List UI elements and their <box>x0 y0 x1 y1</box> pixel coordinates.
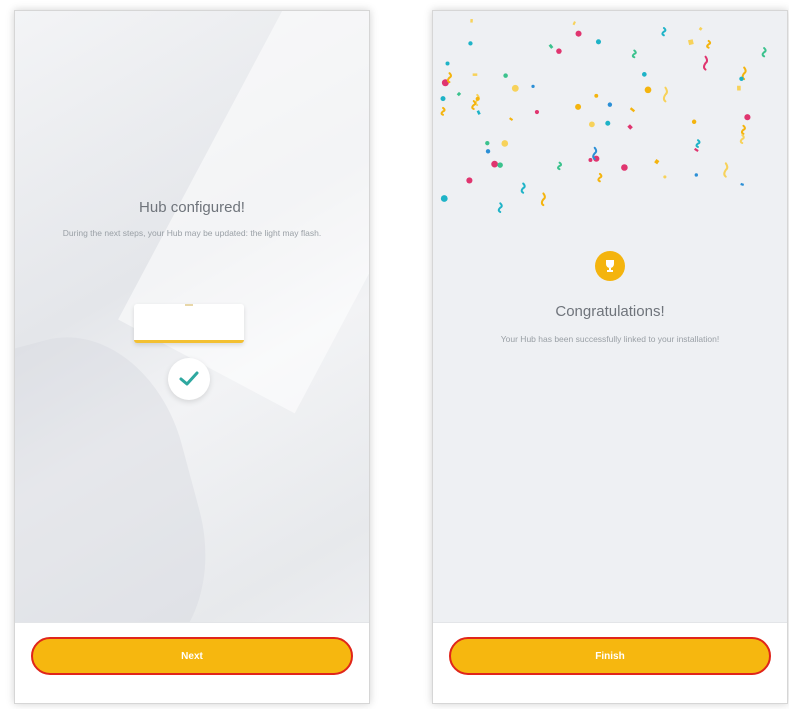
confetti-piece <box>556 48 562 54</box>
next-button[interactable]: Next <box>31 637 353 675</box>
confetti-piece <box>468 41 473 46</box>
confetti-piece <box>744 114 751 121</box>
confetti-piece <box>662 86 668 103</box>
confetti-piece <box>445 61 450 66</box>
confetti-piece <box>440 195 448 202</box>
hub-light <box>185 304 193 306</box>
congratulations-screen: Congratulations! Your Hub has been succe… <box>432 10 788 704</box>
confetti-piece <box>703 55 709 71</box>
confetti-piece <box>497 162 503 168</box>
footer-bar: Finish <box>433 622 787 703</box>
confetti-piece <box>572 21 576 26</box>
checkmark-icon <box>168 358 210 400</box>
confetti-piece <box>663 175 667 179</box>
confetti-piece <box>509 117 514 121</box>
confetti-piece <box>534 109 540 115</box>
confetti-piece <box>497 202 503 213</box>
confetti-piece <box>476 110 481 115</box>
confetti-decoration <box>440 18 767 213</box>
page-title: Hub configured! <box>139 199 245 216</box>
confetti-piece <box>456 91 462 97</box>
confetti-piece <box>485 149 491 154</box>
confetti-piece <box>694 173 698 177</box>
confetti-piece <box>661 27 667 37</box>
confetti-piece <box>597 172 603 183</box>
confetti-piece <box>548 43 554 49</box>
confetti-piece <box>737 85 741 91</box>
confetti-piece <box>595 39 602 45</box>
confetti-piece <box>531 84 535 88</box>
confetti-piece <box>695 139 701 148</box>
confetti-piece <box>627 124 633 130</box>
confetti-piece <box>472 73 478 76</box>
hub-device-image <box>134 304 244 343</box>
confetti-piece <box>740 124 746 135</box>
confetti-piece <box>621 164 628 171</box>
confetti-piece <box>511 84 519 92</box>
confetti-piece <box>540 192 546 207</box>
confetti-piece <box>466 177 473 184</box>
confetti-piece <box>503 73 508 78</box>
confetti-piece <box>440 96 446 102</box>
page-description: During the next steps, your Hub may be u… <box>62 228 322 238</box>
confetti-piece <box>471 100 477 110</box>
confetti-piece <box>575 30 582 37</box>
confetti-piece <box>739 76 744 81</box>
confetti-piece <box>440 106 446 116</box>
confetti-piece <box>698 26 703 31</box>
confetti-piece <box>641 72 647 77</box>
confetti-piece <box>485 140 490 146</box>
confetti-piece <box>557 161 563 171</box>
confetti-piece <box>575 103 582 110</box>
confetti-piece <box>446 72 452 84</box>
confetti-piece <box>475 96 480 101</box>
confetti-piece <box>594 93 599 98</box>
page-title: Congratulations! <box>555 303 665 320</box>
confetti-piece <box>501 140 509 147</box>
confetti-piece <box>470 18 473 23</box>
confetti-piece <box>654 158 660 165</box>
confetti-piece <box>691 119 697 124</box>
confetti-piece <box>761 47 767 58</box>
confetti-piece <box>687 39 694 46</box>
hub-configured-screen: Hub configured! During the next steps, y… <box>14 10 370 704</box>
footer-bar: Next <box>15 622 369 703</box>
confetti-piece <box>607 102 613 107</box>
confetti-piece <box>694 147 699 152</box>
confetti-piece <box>520 182 526 194</box>
confetti-piece <box>723 162 729 178</box>
confetti-piece <box>605 120 611 126</box>
confetti-piece <box>588 121 595 128</box>
confetti-piece <box>740 182 745 186</box>
confetti-piece <box>739 133 745 145</box>
page-description: Your Hub has been successfully linked to… <box>500 334 720 344</box>
finish-button[interactable]: Finish <box>449 637 771 675</box>
confetti-piece <box>491 160 498 168</box>
trophy-icon <box>595 251 625 281</box>
confetti-piece <box>644 86 652 94</box>
confetti-piece <box>588 158 593 162</box>
confetti-piece <box>629 107 636 113</box>
confetti-piece <box>706 39 712 49</box>
confetti-piece <box>631 49 637 59</box>
